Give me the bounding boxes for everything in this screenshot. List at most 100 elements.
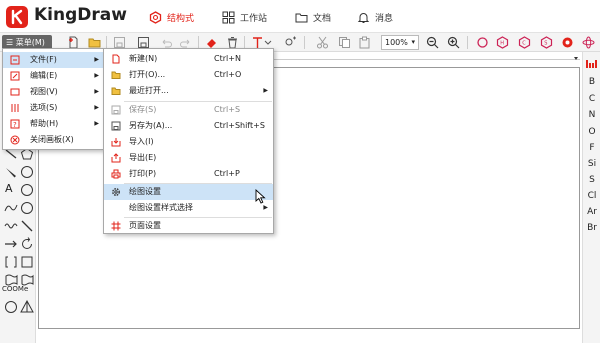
copy-icon[interactable] <box>338 36 351 49</box>
tab-workstation[interactable]: 工作站 <box>222 9 267 25</box>
wedge-bond-icon[interactable] <box>4 165 18 179</box>
chevron-right-icon: ▶ <box>94 88 99 95</box>
tab-structure[interactable]: 结构式 <box>149 9 194 25</box>
rectangle-icon[interactable] <box>20 255 34 269</box>
zoom-in-icon[interactable] <box>447 36 460 49</box>
element-c[interactable]: C <box>583 94 600 104</box>
chevron-down-icon: ▾ <box>411 38 415 46</box>
grid-icon <box>222 11 235 23</box>
new-file-icon <box>112 54 120 64</box>
bell-icon <box>357 12 370 23</box>
tab-documents-label: 文档 <box>313 13 332 24</box>
element-f[interactable]: F <box>583 143 600 153</box>
chevron-right-icon: ▶ <box>94 72 99 79</box>
hexagon-s-tool-icon[interactable]: S <box>540 36 553 49</box>
export-icon <box>111 153 121 163</box>
circle-icon[interactable] <box>20 183 34 197</box>
menu-item-file-label: 文件(F) <box>30 55 57 64</box>
file-submenu: 新建(N) Ctrl+N 打开(O)... Ctrl+O 最近打开... ▶ 保存(S… <box>103 48 274 234</box>
arrow-tool-icon[interactable] <box>4 237 18 251</box>
zoom-select[interactable]: 100% ▾ <box>381 35 419 50</box>
menu-item-export[interactable]: 导出(E) <box>104 150 273 166</box>
menu-item-import[interactable]: 导入(I) <box>104 134 273 150</box>
menu-item-drawing-settings[interactable]: 绘图设置 <box>104 184 273 200</box>
recent-folder-icon <box>111 87 121 95</box>
paste-icon[interactable] <box>358 36 371 49</box>
menu-item-print-label: 打印(P) <box>129 169 157 178</box>
element-cl[interactable]: Cl <box>583 191 600 201</box>
element-o[interactable]: O <box>583 127 600 137</box>
menu-item-save-as-label: 另存为(A)... <box>129 121 173 130</box>
text-tool-icon[interactable]: A <box>5 182 19 196</box>
menu-item-print-shortcut: Ctrl+P <box>214 169 240 178</box>
menu-item-help[interactable]: ? 帮助(H) ▶ <box>3 116 103 132</box>
tab-documents[interactable]: 文档 <box>295 9 331 25</box>
element-n[interactable]: N <box>583 110 600 120</box>
close-icon <box>10 135 20 145</box>
periodic-table-icon[interactable] <box>586 58 598 68</box>
chevron-right-icon: ▶ <box>94 120 99 127</box>
wave-tool-icon[interactable] <box>4 219 18 233</box>
element-s[interactable]: S <box>583 175 600 185</box>
kingdraw-logo <box>6 6 28 28</box>
template-tool[interactable]: COOMe <box>2 285 36 299</box>
atom-icon[interactable] <box>582 36 595 49</box>
chevron-right-icon: ▶ <box>94 104 99 111</box>
element-br[interactable]: Br <box>583 223 600 233</box>
element-ar[interactable]: Ar <box>583 207 600 217</box>
element-si[interactable]: Si <box>583 159 600 169</box>
menu-item-open[interactable]: 打开(O)... Ctrl+O <box>104 67 273 83</box>
hexagon-c-tool-icon[interactable]: C <box>518 36 531 49</box>
line-tool-icon[interactable] <box>20 219 34 233</box>
menu-item-new[interactable]: 新建(N) Ctrl+N <box>104 51 273 67</box>
import-icon <box>111 138 121 147</box>
ring-tool-icon[interactable] <box>476 36 489 49</box>
menu-item-page-setup[interactable]: 页面设置 <box>104 218 273 234</box>
menu-item-file[interactable]: 文件(F) ▶ <box>3 52 103 68</box>
menu-item-close-board[interactable]: 关闭画板(X) <box>3 132 103 148</box>
circle-icon[interactable] <box>20 165 34 179</box>
charge-tool-icon[interactable] <box>284 36 297 49</box>
rotate-icon[interactable] <box>20 237 34 251</box>
circle-icon[interactable] <box>20 201 34 215</box>
tetrahedron-icon[interactable] <box>20 300 34 314</box>
hexagon-icon <box>149 10 162 24</box>
menu-item-save[interactable]: 保存(S) Ctrl+S <box>104 102 273 118</box>
menu-item-drawing-settings-label: 绘图设置 <box>129 187 161 196</box>
menu-item-import-label: 导入(I) <box>129 137 154 146</box>
open-folder-icon <box>111 71 121 79</box>
element-b[interactable]: B <box>583 77 600 87</box>
menu-item-save-shortcut: Ctrl+S <box>214 105 241 114</box>
main-menu-dropdown: 文件(F) ▶ 编辑(E) ▶ 视图(V) ▶ 选项(S) ▶ ? 帮助(H) ▶ 关闭画… <box>2 48 104 150</box>
zoom-out-icon[interactable] <box>426 36 439 49</box>
tab-messages[interactable]: 消息 <box>357 9 393 25</box>
menu-item-new-label: 新建(N) <box>129 54 158 63</box>
menu-item-recent-label: 最近打开... <box>129 86 169 95</box>
cut-icon[interactable] <box>316 36 329 49</box>
menu-item-close-board-label: 关闭画板(X) <box>30 135 74 144</box>
template-label: COOMe <box>2 285 29 293</box>
menu-item-recent[interactable]: 最近打开... ▶ <box>104 83 273 99</box>
gear-icon <box>112 188 120 196</box>
menu-item-options[interactable]: 选项(S) ▶ <box>3 100 103 116</box>
tab-messages-label: 消息 <box>375 13 394 24</box>
menu-item-print[interactable]: 打印(P) Ctrl+P <box>104 166 273 182</box>
menu-item-save-label: 保存(S) <box>129 105 157 114</box>
menu-item-save-as[interactable]: 另存为(A)... Ctrl+Shift+S <box>104 118 273 134</box>
menu-item-edit[interactable]: 编辑(E) ▶ <box>3 68 103 84</box>
menu-item-drawing-style[interactable]: 绘图设置样式选择 ▶ <box>104 200 273 216</box>
app-name: KingDraw <box>34 5 127 25</box>
menu-item-edit-label: 编辑(E) <box>30 71 58 80</box>
curve-tool-icon[interactable] <box>4 201 18 215</box>
bracket-tool-icon[interactable] <box>4 255 18 269</box>
toolbar-separator <box>467 36 468 49</box>
hexagon-tool-icon[interactable]: H <box>496 36 509 49</box>
menu-item-options-label: 选项(S) <box>30 103 58 112</box>
edit-icon <box>10 71 20 81</box>
tab-structure-label: 结构式 <box>167 13 195 24</box>
menu-item-view[interactable]: 视图(V) ▶ <box>3 84 103 100</box>
structure-check-icon[interactable] <box>561 36 574 49</box>
printer-icon <box>111 169 121 179</box>
circle-icon[interactable] <box>4 300 18 314</box>
svg-text:C: C <box>522 41 526 47</box>
